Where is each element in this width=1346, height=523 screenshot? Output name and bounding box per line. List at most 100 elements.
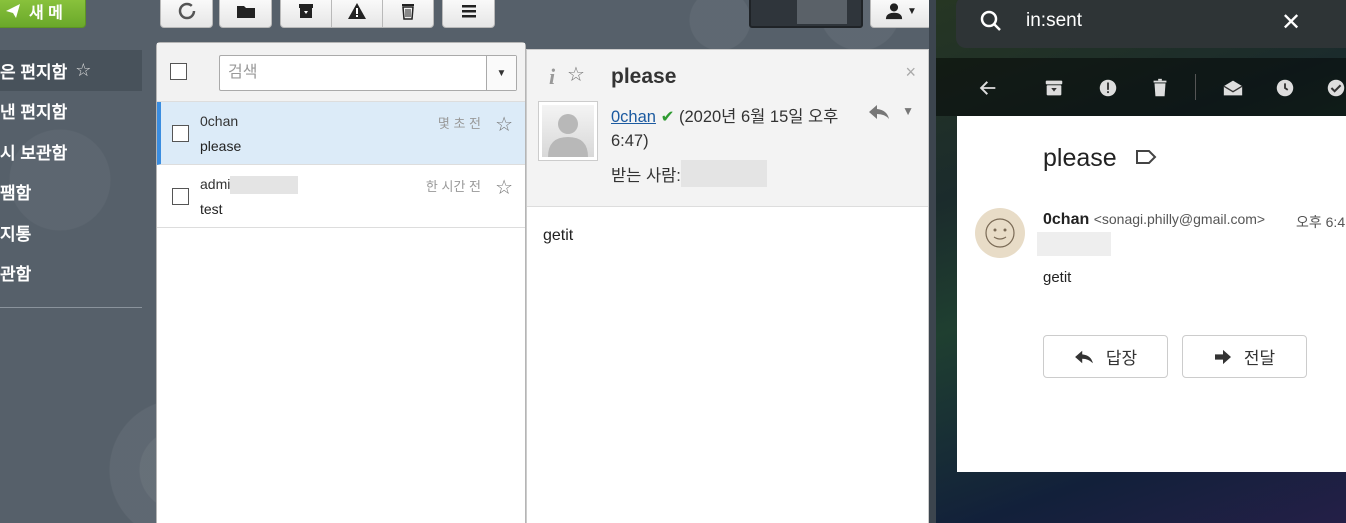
- menu-icon: [461, 5, 476, 18]
- search-options-button[interactable]: ▼: [486, 56, 516, 90]
- folder-drafts[interactable]: 시 보관함: [0, 131, 142, 172]
- folder-archive[interactable]: 관함: [0, 253, 142, 294]
- reply-button[interactable]: 답장: [1043, 335, 1168, 378]
- folder-label: 시 보관함: [0, 143, 68, 163]
- message-date: 몇 초 전: [437, 116, 481, 131]
- message-header: i ☆ please × 0chan ✔ (2020년 6월 15일 오후 6:…: [527, 50, 928, 207]
- label-icon[interactable]: [1135, 148, 1157, 166]
- archive-icon: [299, 4, 313, 18]
- message-checkbox[interactable]: [172, 125, 189, 142]
- message-list-panel: ▼ 0chan please 몇 초 전 ☆ admi test 한 시간 전 …: [156, 42, 526, 523]
- user-menu-button[interactable]: ▼: [870, 0, 932, 28]
- reply-label: 답장: [1105, 349, 1138, 368]
- archive-button[interactable]: [280, 0, 332, 28]
- avatar-sketch-icon: [985, 218, 1015, 248]
- redacted-block: [680, 160, 767, 187]
- verified-check-icon: ✔: [660, 108, 675, 126]
- snooze-button[interactable]: [1273, 76, 1297, 100]
- warning-icon: [348, 3, 366, 19]
- message-row[interactable]: 0chan please 몇 초 전 ☆: [157, 102, 525, 165]
- star-icon[interactable]: ☆: [495, 112, 513, 137]
- message-checkbox[interactable]: [172, 188, 189, 205]
- clock-icon: [1276, 79, 1294, 97]
- star-icon[interactable]: ☆: [495, 175, 513, 200]
- delete-button[interactable]: [382, 0, 434, 28]
- compose-button[interactable]: 새 메: [0, 0, 86, 28]
- star-icon[interactable]: ☆: [567, 62, 585, 87]
- gmail-toolbar: [936, 58, 1346, 116]
- user-icon: [885, 3, 903, 20]
- info-icon[interactable]: i: [549, 64, 555, 90]
- spam-button[interactable]: [331, 0, 383, 28]
- avatar[interactable]: [975, 208, 1025, 258]
- roundcube-window: 새 메 은 편지함 ☆ 낸 편지함 시 보관함 팸함 지통 관함 ▼ 검색 ▼ …: [0, 0, 936, 523]
- gmail-sender: 0chan <sonagi.philly@gmail.com>: [1043, 211, 1265, 229]
- gmail-subject: please: [1043, 144, 1117, 172]
- gmail-window: in:sent ✕ ▼: [936, 0, 1346, 523]
- reply-icon: [1074, 350, 1093, 363]
- folder-divider: [0, 307, 142, 308]
- search-icon: [980, 10, 1001, 31]
- close-icon[interactable]: ✕: [1281, 8, 1301, 37]
- message-subject: test: [200, 201, 223, 217]
- folder-label: 관함: [0, 265, 32, 285]
- sender-link[interactable]: 0chan: [611, 108, 656, 126]
- redacted-block: [230, 176, 299, 195]
- person-silhouette-icon: [548, 114, 588, 157]
- window-border: [929, 0, 936, 523]
- search-input[interactable]: [220, 56, 486, 90]
- sender-avatar: [538, 101, 598, 161]
- message-from: 0chan: [200, 113, 239, 129]
- message-actions: [280, 0, 434, 28]
- sender-name: 0chan: [1043, 211, 1090, 228]
- folder-label: 팸함: [0, 184, 32, 204]
- quota-indicator: [749, 0, 863, 28]
- forward-icon: [1214, 349, 1231, 364]
- mail-open-icon: [1223, 80, 1243, 96]
- message-subject: please: [200, 138, 242, 154]
- report-icon: [1099, 79, 1117, 97]
- folder-label: 지통: [0, 224, 32, 244]
- folder-sent[interactable]: 낸 편지함: [0, 91, 142, 132]
- folder-list: 은 편지함 ☆ 낸 편지함 시 보관함 팸함 지통 관함: [0, 50, 142, 293]
- mark-unread-button[interactable]: [1221, 76, 1245, 100]
- folder-inbox[interactable]: 은 편지함 ☆: [0, 50, 142, 91]
- folder-trash[interactable]: 지통: [0, 212, 142, 253]
- redacted-block: [1037, 232, 1111, 256]
- gmail-message-card: please 0chan <sonagi.philly@gmail.com> 오…: [957, 116, 1346, 472]
- toolbar-divider: [1195, 74, 1196, 100]
- more-menu-button[interactable]: [442, 0, 495, 28]
- add-task-button[interactable]: [1324, 76, 1346, 100]
- archive-button[interactable]: [1042, 76, 1066, 100]
- delete-button[interactable]: [1148, 76, 1172, 100]
- search-box: ▼: [219, 55, 517, 91]
- list-header: ▼: [157, 43, 525, 102]
- folder-icon: [236, 6, 255, 18]
- folder-spam[interactable]: 팸함: [0, 172, 142, 213]
- star-icon[interactable]: ☆: [75, 60, 91, 81]
- chevron-down-icon[interactable]: ▼: [902, 104, 914, 118]
- move-button[interactable]: [219, 0, 272, 28]
- recipient-line: 받는 사람:: [611, 160, 767, 187]
- back-button[interactable]: [976, 76, 1000, 100]
- task-check-icon: [1327, 79, 1345, 97]
- search-query[interactable]: in:sent: [1026, 10, 1082, 32]
- close-icon[interactable]: ×: [905, 62, 916, 83]
- refresh-icon: [178, 2, 195, 20]
- forward-label: 전달: [1243, 349, 1276, 368]
- forward-button[interactable]: 전달: [1182, 335, 1307, 378]
- compose-label: 새 메: [29, 5, 63, 22]
- refresh-button[interactable]: [160, 0, 213, 28]
- message-time: 오후 6:4: [1296, 214, 1346, 230]
- report-spam-button[interactable]: [1096, 76, 1120, 100]
- gmail-search-bar[interactable]: in:sent ✕ ▼: [956, 0, 1346, 48]
- gmail-body: getit: [1043, 269, 1072, 286]
- folder-label: 낸 편지함: [0, 103, 68, 123]
- select-all-checkbox[interactable]: [170, 63, 187, 80]
- reading-pane: i ☆ please × 0chan ✔ (2020년 6월 15일 오후 6:…: [526, 49, 929, 523]
- trash-icon: [1153, 78, 1167, 97]
- reply-icon[interactable]: [867, 102, 891, 122]
- message-row[interactable]: admi test 한 시간 전 ☆: [157, 165, 525, 228]
- trash-icon: [402, 4, 414, 20]
- sender-line: 0chan ✔ (2020년 6월 15일 오후 6:47): [611, 105, 851, 153]
